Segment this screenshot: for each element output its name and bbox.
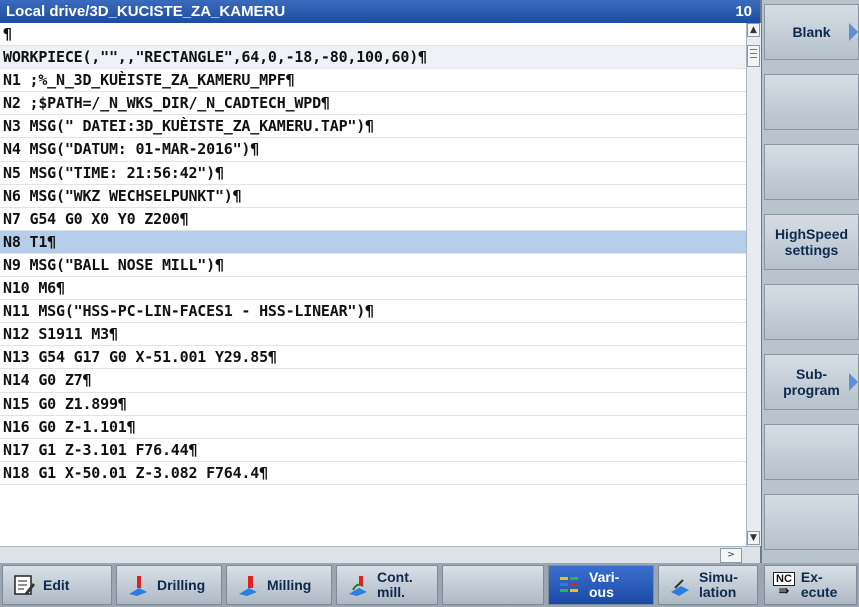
right-softkey-label: HighSpeed settings xyxy=(774,226,849,258)
code-line[interactable]: N3 MSG(" DATEI:3D_KUÈISTE_ZA_KAMERU.TAP"… xyxy=(0,115,746,139)
simulation-icon xyxy=(671,579,689,596)
edit-label: Edit xyxy=(43,576,70,593)
right-softkey-7[interactable] xyxy=(764,424,859,480)
vertical-scrollbar[interactable]: ▲ ▼ xyxy=(746,23,761,546)
scroll-up-button[interactable]: ▲ xyxy=(747,23,760,37)
line-count: 10 xyxy=(735,3,752,20)
right-softkey-8[interactable] xyxy=(764,494,859,550)
right-softkey-6[interactable]: Sub- program xyxy=(764,354,859,410)
empty-softkey[interactable] xyxy=(442,565,544,605)
scroll-thumb[interactable] xyxy=(747,45,760,67)
edit-softkey[interactable]: Edit xyxy=(2,565,112,605)
bottom-softkey-bar: Edit Drilling Milling Cont. mill. Vari- xyxy=(0,563,859,607)
right-softkey-label: Sub- program xyxy=(783,366,840,398)
code-line[interactable]: N11 MSG("HSS-PC-LIN-FACES1 - HSS-LINEAR"… xyxy=(0,300,746,324)
code-line[interactable]: N1 ;%_N_3D_KUÈISTE_ZA_KAMERU_MPF¶ xyxy=(0,69,746,93)
program-editor: Local drive/3D_KUCISTE_ZA_KAMERU 10 ¶ WOR… xyxy=(0,0,762,564)
code-line[interactable]: N15 G0 Z1.899¶ xyxy=(0,393,746,416)
code-line[interactable]: N14 G0 Z7¶ xyxy=(0,369,746,393)
milling-icon xyxy=(239,576,257,596)
right-softkey-5[interactable] xyxy=(764,284,859,340)
code-line[interactable]: N13 G54 G17 G0 X-51.001 Y29.85¶ xyxy=(0,346,746,370)
right-softkey-2[interactable] xyxy=(764,74,859,130)
code-line[interactable]: N5 MSG("TIME: 21:56:42")¶ xyxy=(0,162,746,185)
horizontal-scrollbar[interactable]: > xyxy=(0,546,760,564)
scroll-right-button[interactable]: > xyxy=(720,548,742,563)
code-line[interactable]: N17 G1 Z-3.101 F76.44¶ xyxy=(0,439,746,462)
file-path: Local drive/3D_KUCISTE_ZA_KAMERU xyxy=(6,3,286,20)
execute-label: Ex- ecute xyxy=(800,569,838,600)
various-label: Vari- ous xyxy=(589,569,620,600)
code-line[interactable]: N18 G1 X-50.01 Z-3.082 F764.4¶ xyxy=(0,462,746,485)
code-line[interactable]: WORKPIECE(,"",,"RECTANGLE",64,0,-18,-80,… xyxy=(0,46,746,70)
code-line[interactable]: N16 G0 Z-1.101¶ xyxy=(0,416,746,439)
right-softkey-label: Blank xyxy=(792,24,831,40)
execute-icon: NC ⇛ xyxy=(773,572,795,598)
drilling-label: Drilling xyxy=(157,576,206,593)
simulation-label: Simu- lation xyxy=(699,569,738,600)
code-line[interactable]: N6 MSG("WKZ WECHSELPUNKT")¶ xyxy=(0,185,746,208)
editor-title-bar: Local drive/3D_KUCISTE_ZA_KAMERU 10 xyxy=(0,0,760,23)
execute-softkey[interactable]: NC ⇛ Ex- ecute xyxy=(764,565,857,605)
right-softkey-1[interactable]: Blank xyxy=(764,4,859,60)
cont-mill-softkey[interactable]: Cont. mill. xyxy=(336,565,438,605)
contour-milling-icon xyxy=(349,576,367,596)
right-softkey-4[interactable]: HighSpeed settings xyxy=(764,214,859,270)
right-softkey-3[interactable] xyxy=(764,144,859,200)
code-line[interactable]: N4 MSG("DATUM: 01-MAR-2016")¶ xyxy=(0,138,746,162)
code-line-selected[interactable]: N8 T1¶ xyxy=(0,230,746,254)
various-icon xyxy=(560,577,578,592)
drilling-icon xyxy=(129,576,147,596)
code-line[interactable]: N7 G54 G0 X0 Y0 Z200¶ xyxy=(0,208,746,231)
code-line[interactable]: N2 ;$PATH=/_N_WKS_DIR/_N_CADTECH_WPD¶ xyxy=(0,92,746,116)
code-line[interactable]: N10 M6¶ xyxy=(0,277,746,301)
various-softkey[interactable]: Vari- ous xyxy=(548,565,654,605)
right-softkey-bar: Blank HighSpeed settings Sub- program xyxy=(764,0,859,563)
simulation-softkey[interactable]: Simu- lation xyxy=(658,565,758,605)
edit-icon xyxy=(14,575,35,595)
code-line[interactable]: N12 S1911 M3¶ xyxy=(0,323,746,347)
scroll-down-button[interactable]: ▼ xyxy=(747,531,760,545)
drilling-softkey[interactable]: Drilling xyxy=(116,565,222,605)
milling-label: Milling xyxy=(267,576,312,593)
code-line[interactable]: N9 MSG("BALL NOSE MILL")¶ xyxy=(0,254,746,278)
cont-mill-label: Cont. mill. xyxy=(377,569,413,600)
code-line[interactable]: ¶ xyxy=(0,23,746,47)
code-lines[interactable]: ¶ WORKPIECE(,"",,"RECTANGLE",64,0,-18,-80… xyxy=(0,23,746,546)
milling-softkey[interactable]: Milling xyxy=(226,565,332,605)
